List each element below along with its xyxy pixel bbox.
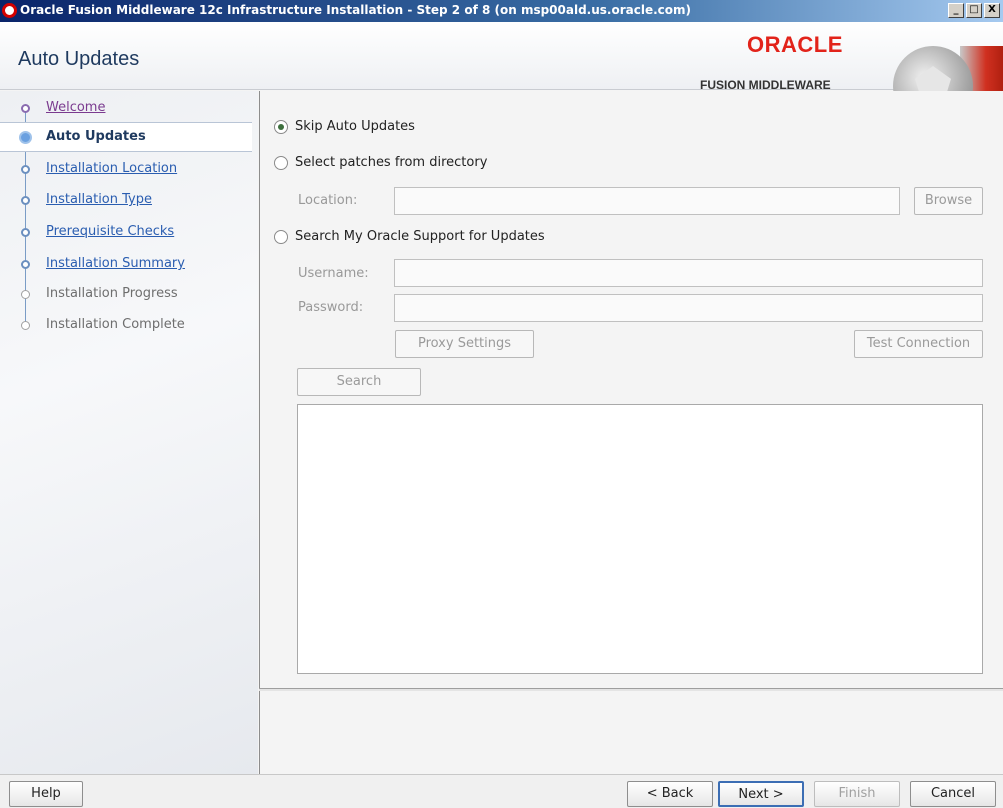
button-bar: Help < Back Next > Finish Cancel <box>0 774 1003 808</box>
proxy-settings-button[interactable]: Proxy Settings <box>395 330 534 358</box>
content-panel: Skip Auto Updates Select patches from di… <box>259 91 1003 688</box>
back-button[interactable]: < Back <box>627 781 713 807</box>
password-label: Password: <box>298 300 364 315</box>
search-results-list[interactable] <box>297 404 983 674</box>
step-dot-icon <box>21 104 30 113</box>
step-dot-icon <box>21 196 30 205</box>
window-title: Oracle Fusion Middleware 12c Infrastruct… <box>20 3 692 17</box>
username-label: Username: <box>298 266 369 281</box>
nav-step-label: Installation Location <box>46 161 178 176</box>
skip-updates-label: Skip Auto Updates <box>295 119 415 134</box>
current-step-icon <box>19 131 32 144</box>
support-search-label: Search My Oracle Support for Updates <box>295 229 545 244</box>
nav-step-label: Installation Summary <box>46 256 185 271</box>
skip-updates-radio[interactable] <box>274 120 288 134</box>
nav-step-installation-summary[interactable]: Installation Summary <box>0 250 252 280</box>
oracle-app-icon <box>2 3 17 18</box>
brand-tagline: FUSION MIDDLEWARE <box>700 78 831 92</box>
next-button[interactable]: Next > <box>718 781 804 807</box>
title-bar: Oracle Fusion Middleware 12c Infrastruct… <box>0 0 1003 22</box>
nav-step-installation-progress: Installation Progress <box>0 280 252 310</box>
nav-step-label: Prerequisite Checks <box>46 224 175 239</box>
nav-step-label: Installation Progress <box>46 286 178 301</box>
username-field[interactable] <box>394 259 983 287</box>
step-dot-icon <box>21 260 30 269</box>
step-dot-icon <box>21 228 30 237</box>
help-button[interactable]: Help <box>9 781 83 807</box>
search-button[interactable]: Search <box>297 368 421 396</box>
installer-window: Oracle Fusion Middleware 12c Infrastruct… <box>0 0 1003 808</box>
page-title: Auto Updates <box>18 48 140 70</box>
location-field[interactable] <box>394 187 900 215</box>
nav-step-label: Welcome <box>46 100 106 115</box>
cancel-button[interactable]: Cancel <box>910 781 996 807</box>
nav-step-installation-location[interactable]: Installation Location <box>0 155 252 185</box>
nav-step-label: Installation Complete <box>46 317 185 332</box>
message-pane <box>259 691 1003 774</box>
nav-step-welcome[interactable]: Welcome <box>0 94 252 124</box>
test-connection-button[interactable]: Test Connection <box>854 330 983 358</box>
nav-step-prerequisite-checks[interactable]: Prerequisite Checks <box>0 218 252 248</box>
minimize-button[interactable]: _ <box>948 3 964 18</box>
nav-step-installation-type[interactable]: Installation Type <box>0 186 252 216</box>
password-field[interactable] <box>394 294 983 322</box>
nav-step-installation-complete: Installation Complete <box>0 311 252 341</box>
directory-patches-label: Select patches from directory <box>295 155 488 170</box>
nav-step-label: Auto Updates <box>46 129 146 144</box>
nav-step-label: Installation Type <box>46 192 152 207</box>
step-dot-icon <box>21 290 30 299</box>
maximize-button[interactable]: □ <box>966 3 982 18</box>
browse-button[interactable]: Browse <box>914 187 983 215</box>
step-dot-icon <box>21 321 30 330</box>
support-search-radio[interactable] <box>274 230 288 244</box>
nav-step-auto-updates[interactable]: Auto Updates <box>0 122 252 152</box>
finish-button[interactable]: Finish <box>814 781 900 807</box>
close-button[interactable]: X <box>984 3 1000 18</box>
oracle-logo: ORACLE <box>747 32 843 57</box>
step-dot-icon <box>21 165 30 174</box>
location-label: Location: <box>298 193 358 208</box>
page-header: Auto Updates ORACLE FUSION MIDDLEWARE <box>0 22 1003 126</box>
directory-patches-radio[interactable] <box>274 156 288 170</box>
